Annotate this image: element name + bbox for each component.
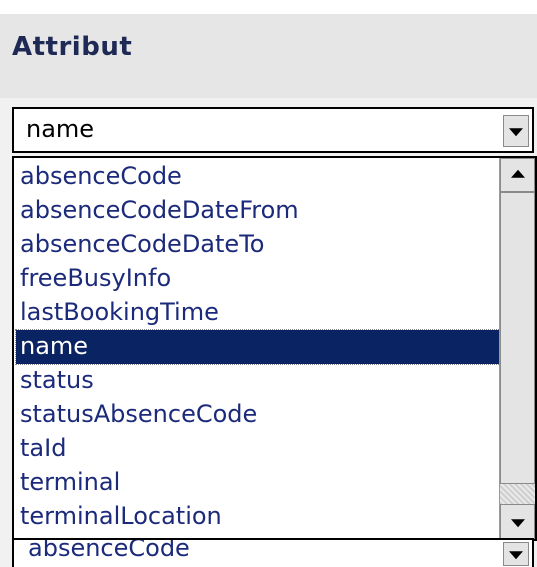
chevron-up-icon (510, 169, 525, 178)
list-item[interactable]: terminalLocation (16, 500, 500, 534)
scroll-track[interactable] (500, 484, 535, 504)
second-attribute-select[interactable]: absenceCode (12, 538, 534, 567)
attribute-select-value: name (26, 115, 95, 143)
top-strip (0, 0, 537, 14)
chevron-down-icon (509, 551, 523, 560)
list-item[interactable]: statusAbsenceCode (16, 398, 500, 432)
list-item[interactable]: terminal (16, 466, 500, 500)
attribute-select-dropdown-button[interactable] (503, 115, 529, 147)
scroll-down-button[interactable] (500, 504, 535, 539)
list-item[interactable]: freeBusyInfo (16, 262, 500, 296)
list-scrollbar[interactable] (499, 158, 535, 539)
attribute-select[interactable]: name (12, 107, 534, 153)
second-select-dropdown-button[interactable] (503, 542, 529, 566)
list-item[interactable]: absenceCode (16, 160, 500, 194)
attribute-panel: Attribut name absenceCode absenceCodeDat… (0, 0, 537, 567)
list-item[interactable]: lastBookingTime (16, 296, 500, 330)
scroll-up-button[interactable] (500, 158, 535, 192)
attribute-dropdown-list[interactable]: absenceCode absenceCodeDateFrom absenceC… (12, 156, 537, 541)
chevron-down-icon (510, 518, 525, 527)
scroll-thumb[interactable] (500, 192, 535, 484)
list-item[interactable]: absenceCodeDateFrom (16, 194, 500, 228)
list-item-selected[interactable]: name (15, 329, 501, 365)
second-attribute-select-value: absenceCode (28, 538, 190, 562)
panel-title: Attribut (12, 32, 133, 62)
chevron-down-icon (509, 128, 523, 137)
list-item[interactable]: status (16, 364, 500, 398)
list-item[interactable]: absenceCodeDateTo (16, 228, 500, 262)
list-item[interactable]: taId (16, 432, 500, 466)
